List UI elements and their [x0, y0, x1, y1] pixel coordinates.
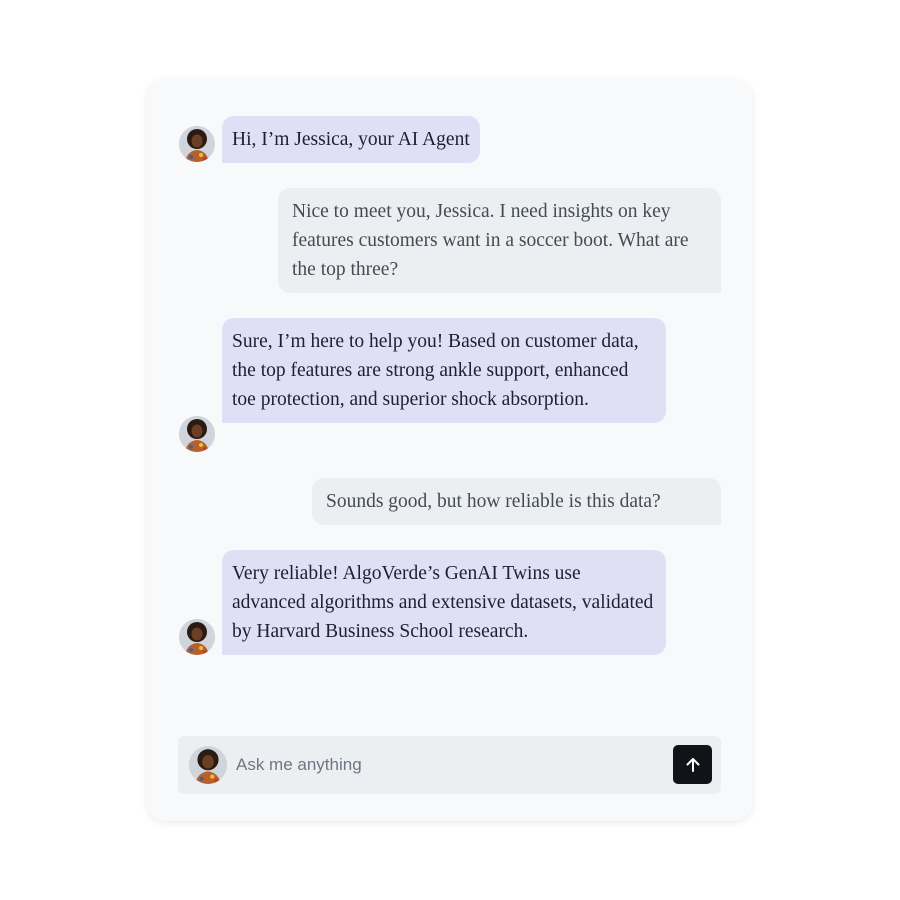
- agent-avatar: [179, 619, 215, 655]
- arrow-up-icon: [686, 757, 699, 772]
- message-composer: [178, 736, 721, 794]
- user-message: Nice to meet you, Jessica. I need insigh…: [278, 188, 721, 293]
- agent-message: Hi, I’m Jessica, your AI Agent: [222, 116, 480, 163]
- agent-avatar: [179, 126, 215, 162]
- agent-avatar: [189, 746, 227, 784]
- chat-panel: Hi, I’m Jessica, your AI Agent Nice to m…: [147, 79, 752, 821]
- message-input[interactable]: [236, 750, 656, 780]
- agent-avatar: [179, 416, 215, 452]
- user-message: Sounds good, but how reliable is this da…: [312, 478, 721, 525]
- agent-message: Sure, I’m here to help you! Based on cus…: [222, 318, 666, 423]
- send-button[interactable]: [673, 745, 712, 784]
- agent-message: Very reliable! AlgoVerde’s GenAI Twins u…: [222, 550, 666, 655]
